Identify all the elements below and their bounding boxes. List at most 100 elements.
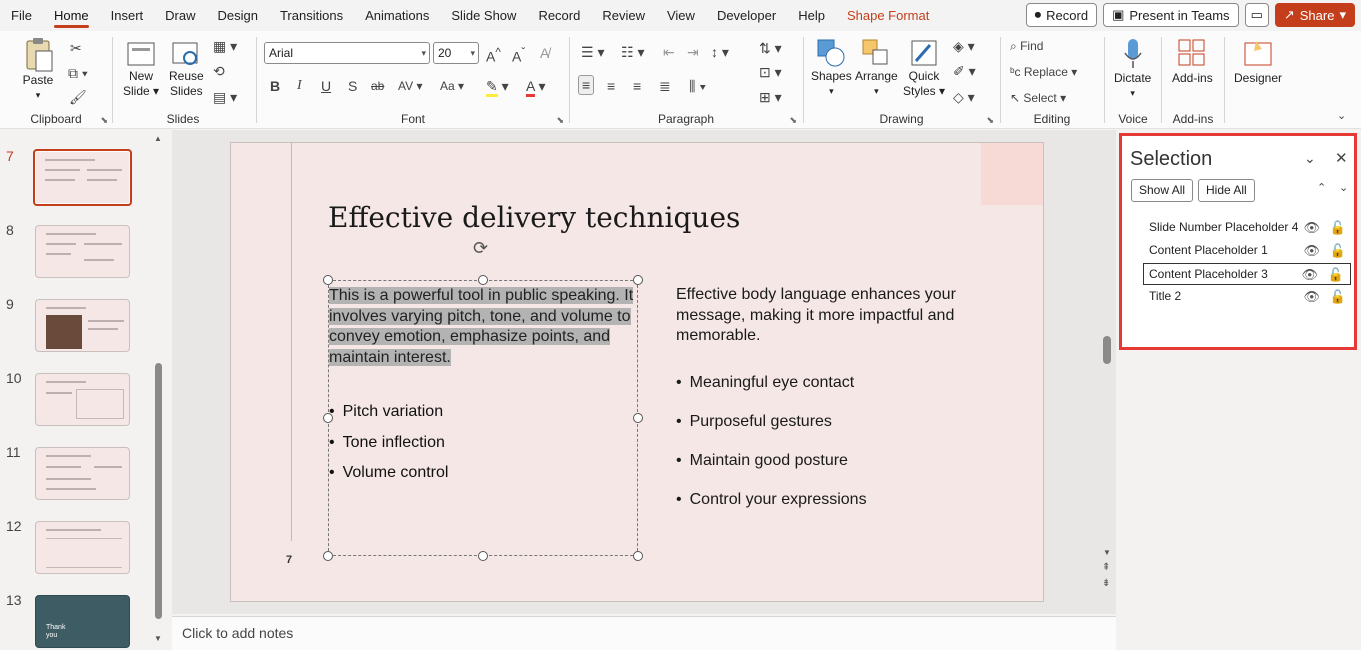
slide-thumbnail-7[interactable] — [33, 149, 132, 206]
addins-button[interactable]: Add-ins — [1172, 37, 1213, 86]
eye-icon[interactable]: 👁 — [1303, 240, 1320, 261]
align-left-icon[interactable]: ≡ — [578, 75, 595, 95]
new-slide-button[interactable]: New Slide ▾ — [123, 39, 159, 99]
slide-title[interactable]: Effective delivery techniques — [328, 201, 740, 234]
quick-styles-button[interactable]: Quick Styles ▾ — [903, 37, 945, 99]
char-spacing-icon[interactable]: AV ▾ — [398, 77, 422, 95]
eye-icon[interactable]: 👁 — [1303, 217, 1320, 238]
font-family-combo[interactable]: Arial ▾ — [264, 42, 430, 64]
slide-thumbnail-11[interactable] — [35, 447, 130, 500]
tab-animations[interactable]: Animations — [354, 0, 440, 31]
resize-handle[interactable] — [323, 275, 333, 285]
cut-icon[interactable]: ✂ — [70, 39, 82, 57]
selection-item[interactable]: Content Placeholder 1 👁 🔓 — [1144, 240, 1352, 262]
reuse-slides-button[interactable]: Reuse Slides — [169, 39, 204, 99]
shadow-icon[interactable]: S — [348, 77, 357, 95]
change-case-icon[interactable]: Aa ▾ — [440, 77, 464, 95]
slide-thumbnail-12[interactable] — [35, 521, 130, 574]
arrange-button[interactable]: Arrange ▾ — [855, 37, 898, 99]
align-right-icon[interactable]: ≡ — [633, 77, 641, 95]
resize-handle[interactable] — [478, 551, 488, 561]
clipboard-launcher-icon[interactable]: ⬊ — [100, 115, 108, 126]
strikethrough-icon[interactable]: ab — [371, 77, 384, 95]
justify-icon[interactable]: ≣ — [659, 77, 671, 95]
tab-insert[interactable]: Insert — [100, 0, 155, 31]
italic-icon[interactable]: I — [297, 77, 302, 95]
layout-icon[interactable]: ▦ ▾ — [213, 37, 237, 55]
resize-handle[interactable] — [633, 275, 643, 285]
section-icon[interactable]: ▤ ▾ — [213, 88, 237, 106]
paste-button[interactable]: Paste ▾ — [22, 37, 54, 103]
tab-home[interactable]: Home — [43, 0, 100, 31]
highlight-icon[interactable]: ✎ ▾ — [486, 77, 509, 97]
reset-icon[interactable]: ⟲ — [213, 62, 225, 80]
content-placeholder-1-bullets[interactable]: Meaningful eye contact Purposeful gestur… — [676, 363, 867, 519]
hide-all-button[interactable]: Hide All — [1198, 179, 1255, 202]
drawing-launcher-icon[interactable]: ⬊ — [986, 115, 994, 126]
font-launcher-icon[interactable]: ⬊ — [556, 115, 564, 126]
selection-item[interactable]: Slide Number Placeholder 4 👁 🔓 — [1144, 217, 1352, 239]
comments-button[interactable]: ▭ — [1244, 3, 1269, 27]
unlock-icon[interactable]: 🔓 — [1330, 240, 1346, 261]
resize-handle[interactable] — [633, 551, 643, 561]
tab-slide-show[interactable]: Slide Show — [440, 0, 527, 31]
bold-icon[interactable]: B — [270, 77, 280, 95]
tab-draw[interactable]: Draw — [154, 0, 206, 31]
smartart-icon[interactable]: ⊞ ▾ — [759, 88, 782, 106]
underline-icon[interactable]: U — [321, 77, 331, 95]
tab-record[interactable]: Record — [527, 0, 591, 31]
replace-button[interactable]: ᵇc Replace ▾ — [1010, 63, 1077, 81]
slide-number-placeholder[interactable]: 7 — [286, 554, 292, 566]
shape-outline-icon[interactable]: ✐ ▾ — [953, 62, 976, 80]
slide-thumbnail-8[interactable] — [35, 225, 130, 278]
tab-transitions[interactable]: Transitions — [269, 0, 354, 31]
line-spacing-icon[interactable]: ↕ ▾ — [711, 43, 729, 61]
numbering-icon[interactable]: ☷ ▾ — [621, 43, 644, 61]
previous-slide-icon[interactable]: ⇞ — [1102, 562, 1110, 573]
canvas-scrollbar[interactable]: ▼ ⇞ ⇟ — [1101, 136, 1113, 596]
format-painter-icon[interactable]: 🖌 — [69, 88, 87, 106]
copy-icon[interactable]: ⧉ ▾ — [68, 64, 88, 82]
bullets-icon[interactable]: ☰ ▾ — [581, 43, 604, 61]
tab-developer[interactable]: Developer — [706, 0, 787, 31]
tab-design[interactable]: Design — [207, 0, 269, 31]
slide-thumbnail-9[interactable] — [35, 299, 130, 352]
selection-item-focused[interactable]: Content Placeholder 3 👁 🔓 — [1143, 263, 1351, 285]
tab-review[interactable]: Review — [591, 0, 656, 31]
unlock-icon[interactable]: 🔓 — [1330, 217, 1346, 238]
eye-icon[interactable]: 👁 — [1303, 286, 1320, 307]
resize-handle[interactable] — [323, 413, 333, 423]
font-color-icon[interactable]: A ▾ — [526, 77, 546, 97]
pane-options-chevron-icon[interactable]: ⌄ — [1304, 150, 1316, 167]
next-slide-icon[interactable]: ⇟ — [1102, 578, 1110, 589]
tab-view[interactable]: View — [656, 0, 706, 31]
present-in-teams-button[interactable]: ▣ Present in Teams — [1103, 3, 1239, 27]
slide-thumbnail-13[interactable]: Thank you — [35, 595, 130, 648]
select-button[interactable]: ↖ Select ▾ — [1010, 89, 1066, 107]
font-size-combo[interactable]: 20 ▾ — [433, 42, 479, 64]
content-placeholder-3[interactable]: This is a powerful tool in public speaki… — [323, 275, 643, 561]
shapes-button[interactable]: Shapes ▾ — [811, 37, 852, 99]
collapse-ribbon-icon[interactable]: ⌄ — [1337, 107, 1346, 125]
thumbnail-scrollbar[interactable]: ▲ ▼ — [153, 134, 163, 644]
resize-handle[interactable] — [633, 413, 643, 423]
selection-item[interactable]: Title 2 👁 🔓 — [1144, 286, 1352, 308]
paragraph-launcher-icon[interactable]: ⬊ — [789, 115, 797, 126]
text-direction-icon[interactable]: ⇅ ▾ — [759, 39, 782, 57]
scroll-down-icon[interactable]: ▼ — [1103, 548, 1111, 557]
slide-thumbnail-10[interactable] — [35, 373, 130, 426]
align-text-icon[interactable]: ⊡ ▾ — [759, 63, 782, 81]
tab-help[interactable]: Help — [787, 0, 836, 31]
record-button[interactable]: ⏺ Record — [1025, 3, 1098, 27]
resize-handle[interactable] — [323, 551, 333, 561]
tab-file[interactable]: File — [0, 0, 43, 31]
designer-button[interactable]: Designer — [1234, 37, 1282, 86]
show-all-button[interactable]: Show All — [1131, 179, 1194, 202]
shape-fill-icon[interactable]: ◈ ▾ — [953, 37, 975, 55]
scrollbar-thumb[interactable] — [155, 363, 162, 619]
clear-format-icon[interactable]: A̸ — [540, 44, 549, 62]
notes-pane[interactable]: Click to add notes — [172, 616, 1116, 650]
decrease-indent-icon[interactable]: ⇤ — [663, 43, 675, 61]
columns-icon[interactable]: ⫼ ▾ — [689, 77, 706, 95]
decrease-font-icon[interactable]: Aˇ — [512, 44, 525, 66]
